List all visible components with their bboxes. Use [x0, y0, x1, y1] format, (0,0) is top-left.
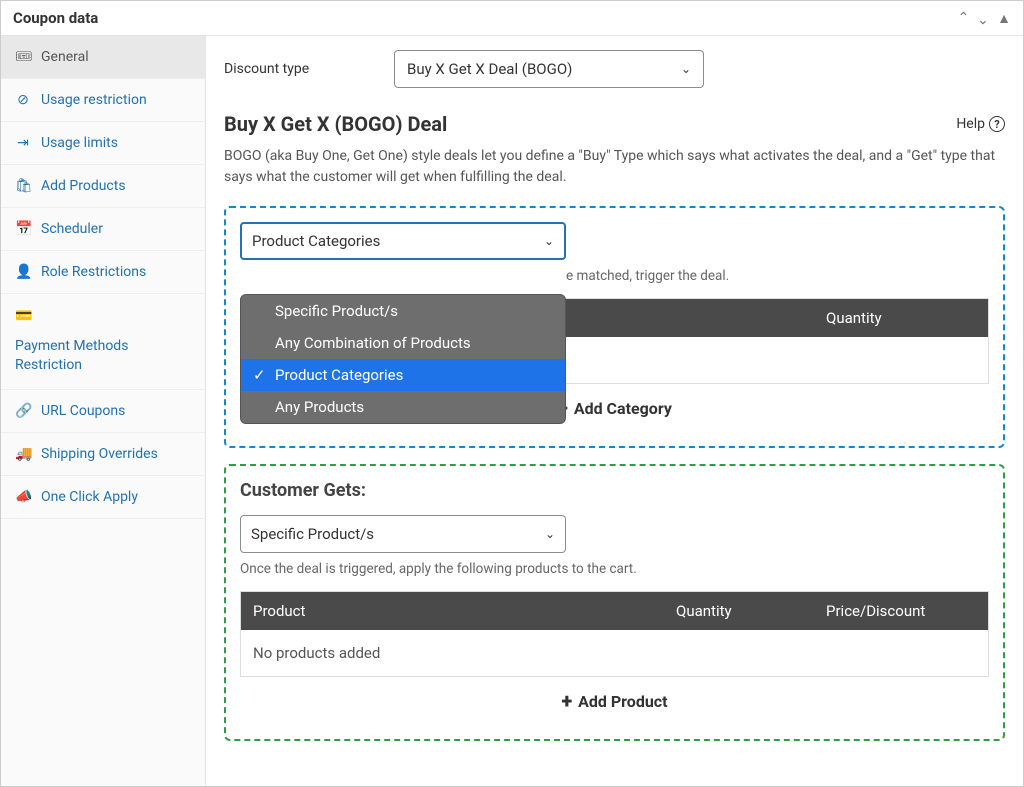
gets-table-empty: No products added: [241, 630, 988, 676]
bag-icon: 🛍: [15, 178, 31, 194]
sidebar-item-label: Role Restrictions: [41, 264, 146, 280]
sidebar-item-label: General: [41, 49, 89, 65]
discount-type-select[interactable]: Buy X Get X Deal (BOGO) ⌄: [394, 50, 704, 88]
sidebar-item-label: Usage limits: [41, 135, 118, 151]
card-icon: 💳: [15, 307, 31, 327]
sidebar-item-label: Payment Methods Restriction: [15, 337, 191, 376]
sidebar-item-label: Scheduler: [41, 221, 103, 237]
customer-gets-box: Customer Gets: Specific Product/s ⌄ Once…: [224, 464, 1005, 741]
calendar-icon: 📅: [15, 221, 31, 237]
table-header-product: Product: [253, 602, 676, 620]
gets-type-select[interactable]: Specific Product/s ⌄: [240, 515, 566, 553]
sidebar-item-scheduler[interactable]: 📅 Scheduler: [1, 208, 205, 251]
sidebar-item-one-click-apply[interactable]: 📣 One Click Apply: [1, 476, 205, 519]
sidebar-item-label: Usage restriction: [41, 92, 147, 108]
sidebar-item-add-products[interactable]: 🛍 Add Products: [1, 165, 205, 208]
sidebar-item-role-restrictions[interactable]: 👤 Role Restrictions: [1, 251, 205, 294]
megaphone-icon: 📣: [15, 489, 31, 505]
section-title: Buy X Get X (BOGO) Deal: [224, 112, 447, 136]
link-icon: 🔗: [15, 403, 31, 419]
chevron-down-icon: ⌄: [545, 527, 555, 541]
dropdown-option-product-categories[interactable]: Product Categories: [241, 359, 565, 391]
user-icon: 👤: [15, 264, 31, 280]
chevron-down-icon: ⌄: [681, 62, 691, 76]
help-link[interactable]: Help ?: [956, 116, 1005, 132]
panel-down-icon[interactable]: ⌃: [977, 10, 989, 26]
sidebar-item-label: One Click Apply: [41, 489, 138, 505]
discount-type-label: Discount type: [224, 61, 374, 77]
panel-collapse-icon[interactable]: ▲: [997, 10, 1011, 27]
buys-type-select[interactable]: Product Categories ⌄: [240, 222, 566, 260]
sidebar-item-usage-limits[interactable]: ⇥ Usage limits: [1, 122, 205, 165]
plus-icon: +: [561, 689, 572, 713]
sidebar-item-url-coupons[interactable]: 🔗 URL Coupons: [1, 390, 205, 433]
sidebar: 🎟 General ⊘ Usage restriction ⇥ Usage li…: [1, 36, 206, 786]
sidebar-item-usage-restriction[interactable]: ⊘ Usage restriction: [1, 79, 205, 122]
help-icon: ?: [989, 116, 1005, 132]
sidebar-item-payment-methods[interactable]: 💳 Payment Methods Restriction: [1, 294, 205, 390]
sidebar-item-label: Shipping Overrides: [41, 446, 158, 462]
panel-title: Coupon data: [13, 9, 98, 27]
main-panel: Discount type Buy X Get X Deal (BOGO) ⌄ …: [206, 36, 1023, 786]
add-product-button[interactable]: + Add Product: [240, 677, 989, 725]
buys-hint: e matched, trigger the deal.: [240, 268, 989, 284]
limits-icon: ⇥: [15, 135, 31, 151]
table-header-quantity: Quantity: [826, 309, 976, 327]
chevron-down-icon: ⌄: [544, 234, 554, 248]
table-header-price: Price/Discount: [826, 602, 976, 620]
customer-buys-box: Product Categories ⌄ Specific Product/s …: [224, 206, 1005, 448]
dropdown-option-any-combination[interactable]: Any Combination of Products: [241, 327, 565, 359]
sidebar-item-label: URL Coupons: [41, 403, 125, 419]
panel-up-icon[interactable]: ⌃: [958, 10, 970, 26]
sidebar-item-general[interactable]: 🎟 General: [1, 36, 205, 79]
ticket-icon: 🎟: [15, 49, 31, 65]
gets-hint: Once the deal is triggered, apply the fo…: [240, 561, 989, 577]
gets-table: Product Quantity Price/Discount No produ…: [240, 591, 989, 677]
dropdown-option-specific-products[interactable]: Specific Product/s: [241, 295, 565, 327]
sidebar-item-label: Add Products: [41, 178, 126, 194]
section-description: BOGO (aka Buy One, Get One) style deals …: [224, 146, 1005, 188]
truck-icon: 🚚: [15, 446, 31, 462]
sidebar-item-shipping-overrides[interactable]: 🚚 Shipping Overrides: [1, 433, 205, 476]
block-icon: ⊘: [15, 92, 31, 108]
table-header-quantity: Quantity: [676, 602, 826, 620]
gets-title: Customer Gets:: [240, 480, 989, 501]
buys-type-dropdown: Specific Product/s Any Combination of Pr…: [240, 294, 566, 424]
dropdown-option-any-products[interactable]: Any Products: [241, 391, 565, 423]
panel-header: Coupon data ⌃ ⌃ ▲: [1, 1, 1023, 36]
